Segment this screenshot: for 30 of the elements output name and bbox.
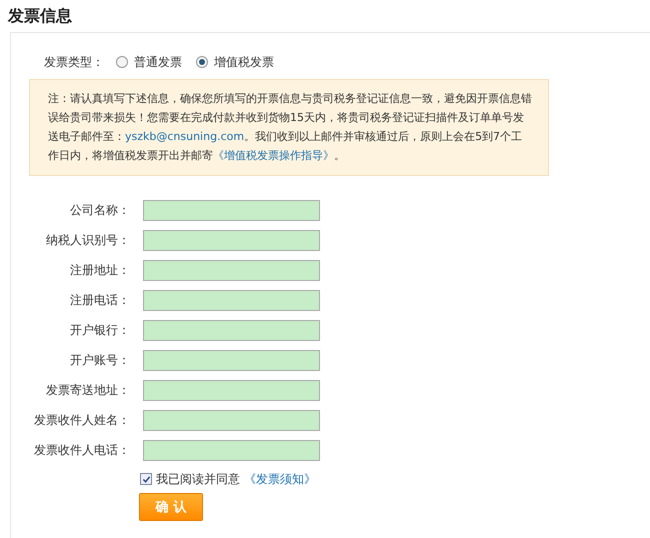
input-field[interactable] bbox=[143, 440, 320, 460]
field-label: 注册电话： bbox=[69, 292, 130, 308]
input-field[interactable] bbox=[143, 380, 320, 400]
invoice-type-label: 发票类型： bbox=[44, 54, 104, 70]
input-field[interactable] bbox=[143, 200, 320, 220]
agree-text: 我已阅读并同意 bbox=[156, 470, 240, 488]
agree-checkbox[interactable] bbox=[140, 473, 152, 485]
radio-button[interactable] bbox=[196, 56, 208, 68]
input-field[interactable] bbox=[143, 320, 320, 340]
field-label: 纳税人识别号： bbox=[45, 232, 130, 248]
section-title: 发票信息 bbox=[6, 5, 73, 27]
notice-text: 注：请认真填写下述信息，确保您所填写的开票信息与贵司税务登记证信息一致，避免因开票信息错误给贵司带来损失！您需要在完成付款并收到货物15天内，将贵司税务登记证扫描件及订单单号发送电子邮件至：yszkb@cnsuning.com。我们收到以上邮件并审核通过后，原则上会在5到7个工作日内，将增值税发票开出并邮寄《增值税发票操作指导》。 bbox=[48, 91, 532, 164]
input-field[interactable] bbox=[143, 260, 320, 280]
radio-label[interactable]: 增值税发票 bbox=[214, 54, 274, 70]
field-label: 发票收件人电话： bbox=[34, 442, 130, 458]
input-field[interactable] bbox=[143, 410, 320, 430]
terms-link[interactable]: 《发票须知》 bbox=[244, 470, 316, 488]
radio-label[interactable]: 普通发票 bbox=[134, 54, 182, 70]
field-label: 发票收件人姓名： bbox=[34, 412, 130, 428]
field-label: 开户银行： bbox=[69, 322, 130, 338]
field-label: 注册地址： bbox=[69, 262, 130, 278]
notice-link[interactable]: yszkb@cnsuning.com bbox=[125, 130, 244, 143]
field-label: 发票寄送地址： bbox=[45, 382, 130, 398]
field-label: 开户账号： bbox=[69, 352, 130, 368]
radio-button[interactable] bbox=[116, 56, 128, 68]
input-field[interactable] bbox=[143, 350, 320, 370]
notice-link[interactable]: 《增值税发票操作指导》 bbox=[213, 149, 334, 162]
field-label: 公司名称： bbox=[69, 202, 130, 218]
input-field[interactable] bbox=[143, 230, 320, 250]
input-field[interactable] bbox=[143, 290, 320, 310]
